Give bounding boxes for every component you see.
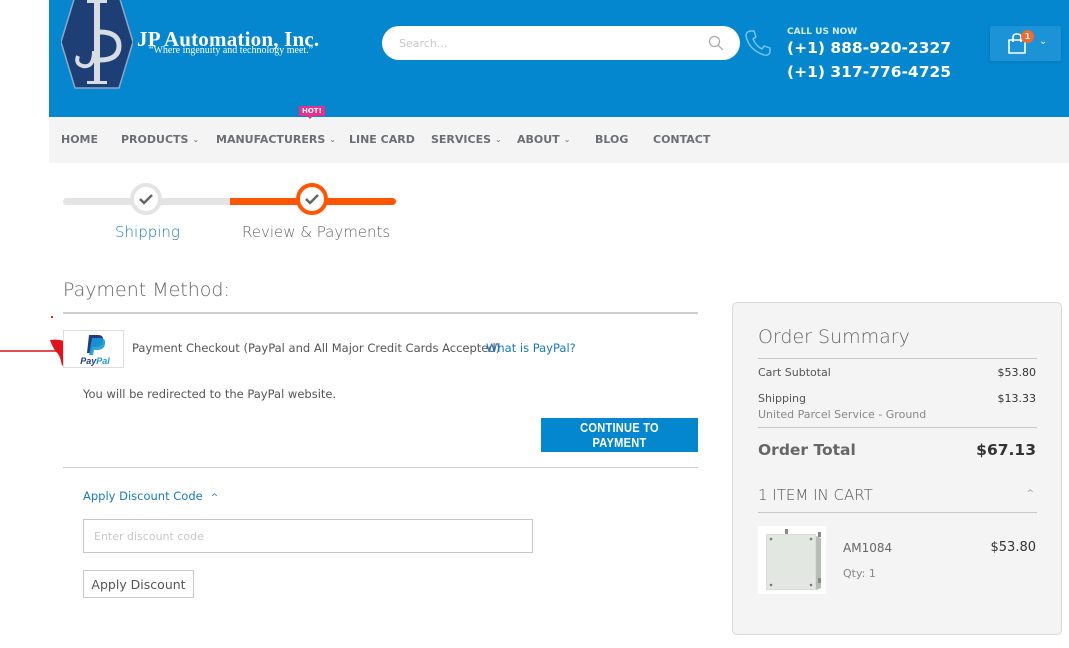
nav-item-contact[interactable]: CONTACT <box>653 133 710 146</box>
phone-icon <box>745 30 771 56</box>
paypal-logo-icon: PayPal <box>80 335 110 366</box>
divider <box>63 467 698 468</box>
nav-item-manufacturers[interactable]: MANUFACTURERS ⌄ <box>216 133 336 146</box>
step-review-marker <box>296 183 328 215</box>
order-summary-title: Order Summary <box>758 326 910 348</box>
discount-toggle-label: Apply Discount Code <box>83 489 203 503</box>
what-is-paypal-link[interactable]: What is PayPal? <box>486 341 576 355</box>
search-bar <box>382 26 740 60</box>
main-navigation: HOME PRODUCTS ⌄ MANUFACTURERS ⌄ LINE CARD … <box>49 106 1069 163</box>
search-icon[interactable] <box>708 35 724 51</box>
company-tagline: “Where ingenuity and technology meet.” <box>149 45 314 56</box>
nav-item-products[interactable]: PRODUCTS ⌄ <box>121 133 199 146</box>
enclosure-box-image-icon <box>758 526 826 594</box>
product-price: $53.80 <box>990 540 1037 555</box>
divider <box>758 358 1037 359</box>
shipping-method: United Parcel Service - Ground <box>758 408 927 421</box>
call-us-label: CALL US NOW <box>787 27 858 37</box>
nav-item-about[interactable]: ABOUT ⌄ <box>517 133 570 146</box>
site-header: JP Automation, Inc. “Where ingenuity and… <box>49 0 1069 117</box>
continue-to-payment-button[interactable]: CONTINUE TO PAYMENT <box>541 418 698 452</box>
product-name[interactable]: AM1084 <box>843 541 892 555</box>
cart-count-badge: 1 <box>1021 30 1034 43</box>
chevron-down-icon: ⌄ <box>329 135 336 144</box>
cart-subtotal-label: Cart Subtotal <box>758 366 831 379</box>
annotation-dot <box>51 316 53 318</box>
product-thumbnail <box>758 526 826 594</box>
chevron-up-icon[interactable]: ^ <box>1026 489 1034 499</box>
apply-discount-button[interactable]: Apply Discount <box>83 570 194 598</box>
hot-badge: HOT! <box>299 106 325 119</box>
phone-number-primary[interactable]: (+1) 888-920-2327 <box>787 39 951 57</box>
svg-text:PayPal: PayPal <box>80 356 110 366</box>
apply-discount-toggle[interactable]: Apply Discount Code ^ <box>83 489 218 503</box>
nav-item-label: CONTACT <box>653 133 711 146</box>
order-summary-panel: Order Summary Cart Subtotal $53.80 Shipp… <box>732 302 1062 635</box>
nav-item-label: SERVICES <box>431 133 492 146</box>
redirect-note: You will be redirected to the PayPal web… <box>83 387 337 401</box>
order-total-value: $67.13 <box>976 441 1036 459</box>
nav-item-label: HOME <box>61 133 99 146</box>
nav-item-label: ABOUT <box>517 133 560 146</box>
cart-subtotal-value: $53.80 <box>997 366 1037 379</box>
button-label: CONTINUE TO PAYMENT <box>580 420 659 450</box>
divider <box>758 427 1037 428</box>
step-shipping-marker[interactable] <box>130 183 162 215</box>
nav-item-blog[interactable]: BLOG <box>595 133 628 146</box>
payment-option-paypal[interactable]: PayPal <box>63 330 124 368</box>
chevron-down-icon: ⌄ <box>192 135 200 144</box>
chevron-down-icon: ⌄ <box>495 135 502 144</box>
checkmark-icon <box>139 194 153 205</box>
search-input[interactable] <box>399 26 699 60</box>
nav-item-label: PRODUCTS <box>121 133 189 146</box>
nav-item-label: MANUFACTURERS <box>216 133 326 146</box>
items-in-cart-header[interactable]: 1 ITEM IN CART <box>758 486 873 504</box>
divider <box>758 512 1037 513</box>
product-qty: Qty: 1 <box>843 567 876 580</box>
checkmark-icon <box>305 194 319 205</box>
nav-item-label: BLOG <box>595 133 629 146</box>
shipping-label: Shipping <box>758 392 806 405</box>
payment-option-label[interactable]: Payment Checkout (PayPal and All Major C… <box>132 341 500 355</box>
mini-cart-button[interactable]: 1 ⌄ <box>990 26 1061 61</box>
nav-item-label: LINE CARD <box>349 133 415 146</box>
chevron-down-icon: ⌄ <box>1039 36 1048 47</box>
chevron-up-icon: ^ <box>210 493 219 503</box>
chevron-down-icon: ⌄ <box>563 135 571 144</box>
company-logo-icon[interactable] <box>61 0 133 92</box>
nav-item-services[interactable]: SERVICES ⌄ <box>431 133 502 146</box>
payment-method-title: Payment Method: <box>63 279 230 301</box>
discount-code-input[interactable] <box>83 519 533 553</box>
divider <box>63 312 698 314</box>
phone-number-secondary[interactable]: (+1) 317-776-4725 <box>787 63 951 81</box>
step-review-label: Review & Payments <box>242 223 391 241</box>
nav-item-line-card[interactable]: LINE CARD <box>349 133 415 146</box>
nav-item-home[interactable]: HOME <box>61 133 98 146</box>
order-total-label: Order Total <box>758 441 856 459</box>
step-shipping-label[interactable]: Shipping <box>115 223 180 241</box>
shipping-value: $13.33 <box>997 392 1037 405</box>
